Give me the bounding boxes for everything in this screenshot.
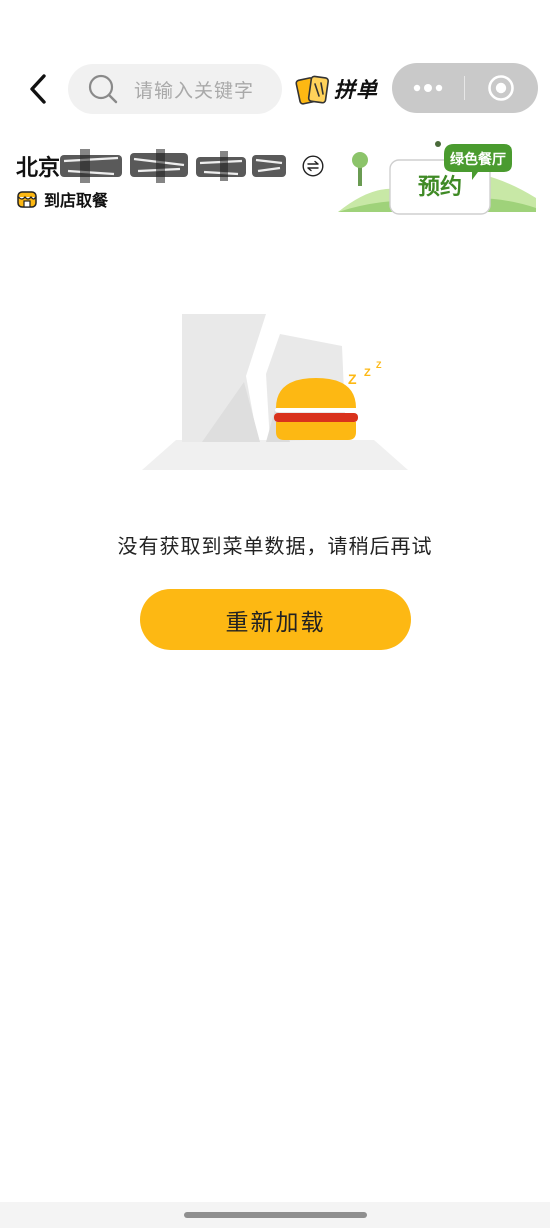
switch-arrows-icon [302, 155, 324, 177]
pickup-mode: 到店取餐 [16, 187, 108, 211]
reservation-label: 预约 [418, 174, 462, 199]
store-icon [17, 191, 37, 208]
green-restaurant-tag: 绿色餐厅 [450, 151, 506, 167]
search-bar[interactable]: 请输入关键字 [68, 64, 282, 114]
search-icon [86, 72, 120, 106]
svg-text:Z: Z [348, 371, 357, 387]
store-header: 北京 到店取餐 预约 绿色餐厅 [0, 140, 550, 240]
store-selector[interactable]: 北京 [16, 148, 324, 184]
home-indicator[interactable] [184, 1212, 367, 1218]
empty-state-message: 没有获取到菜单数据，请稍后再试 [117, 534, 433, 558]
miniprogram-capsule [392, 63, 538, 113]
top-nav-bar: 请输入关键字 拼单 [0, 62, 550, 116]
redacted-store-name [60, 149, 287, 183]
bottom-bar [0, 1202, 550, 1228]
close-miniprogram-button[interactable] [465, 63, 537, 113]
more-dots-icon [413, 84, 443, 92]
target-circle-icon [488, 75, 514, 101]
more-button[interactable] [392, 63, 464, 113]
chevron-left-icon [30, 74, 46, 104]
svg-text:Z: Z [364, 367, 371, 379]
group-order-button[interactable]: 拼单 [294, 70, 378, 108]
back-button[interactable] [20, 70, 56, 108]
store-name: 北京 [16, 156, 61, 181]
search-placeholder: 请输入关键字 [134, 79, 255, 102]
pickup-mode-label: 到店取餐 [44, 191, 109, 210]
svg-text:Z: Z [376, 360, 382, 370]
group-order-label: 拼单 [334, 78, 378, 102]
group-order-cups-icon [295, 75, 329, 105]
sleeping-burger-illustration: Z Z Z [142, 314, 408, 470]
reload-button[interactable]: 重新加载 [140, 589, 411, 650]
reservation-banner[interactable]: 预约 绿色餐厅 [338, 140, 536, 220]
